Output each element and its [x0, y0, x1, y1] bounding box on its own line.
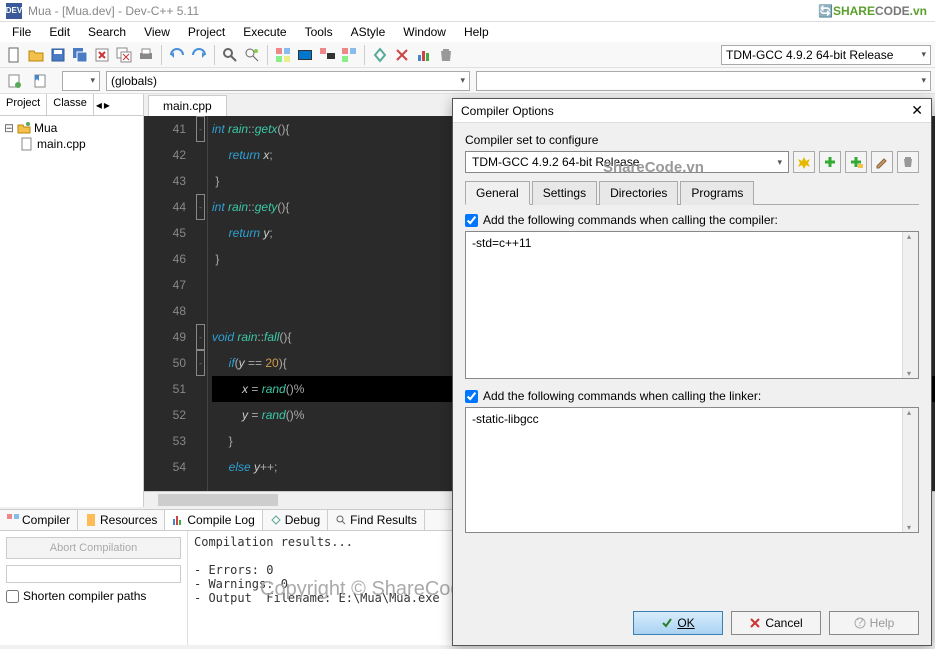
new-source-icon[interactable]: [4, 71, 24, 91]
bottom-panel: Abort Compilation Shorten compiler paths…: [0, 531, 460, 645]
save-all-icon[interactable]: [70, 45, 90, 65]
line-gutter: 4142434445464748495051525354: [144, 116, 194, 491]
close-icon[interactable]: [92, 45, 112, 65]
main-toolbar: TDM-GCC 4.9.2 64-bit Release▾: [0, 42, 935, 68]
secondary-toolbar: ▾ (globals)▾ ▾: [0, 68, 935, 94]
save-icon[interactable]: [48, 45, 68, 65]
print-icon[interactable]: [136, 45, 156, 65]
menu-bar: File Edit Search View Project Execute To…: [0, 22, 935, 42]
compiler-commands-input[interactable]: -std=c++11: [465, 231, 919, 379]
app-icon: DEV: [6, 3, 22, 19]
cancel-button[interactable]: Cancel: [731, 611, 821, 635]
find-icon[interactable]: [220, 45, 240, 65]
compile-log-output[interactable]: Compilation results... - Errors: 0 - War…: [188, 531, 460, 645]
menu-file[interactable]: File: [4, 23, 39, 41]
dlg-tab-general[interactable]: General: [465, 181, 530, 205]
abort-compilation-button: Abort Compilation: [6, 537, 181, 559]
stop-debug-icon[interactable]: [392, 45, 412, 65]
tree-project-node[interactable]: ⊟ Mua: [4, 120, 139, 136]
project-sidebar: Project Classe ◂▸ ⊟ Mua main.cpp: [0, 94, 144, 507]
scroll-right-icon[interactable]: ▸: [104, 98, 110, 112]
svg-text:?: ?: [856, 617, 863, 629]
menu-view[interactable]: View: [136, 23, 178, 41]
shorten-paths-checkbox[interactable]: [6, 590, 19, 603]
find-compilers-icon[interactable]: [793, 151, 815, 173]
open-icon[interactable]: [26, 45, 46, 65]
btab-resources[interactable]: Resources: [78, 510, 165, 530]
insert-combo[interactable]: ▾: [62, 71, 100, 91]
rebuild-icon[interactable]: [339, 45, 359, 65]
compiler-set-label: Compiler set to configure: [465, 133, 919, 147]
run-icon[interactable]: [295, 45, 315, 65]
menu-project[interactable]: Project: [180, 23, 233, 41]
btab-compile-log[interactable]: Compile Log: [165, 510, 262, 530]
bookmark-icon[interactable]: [30, 71, 50, 91]
btab-find-results[interactable]: Find Results: [328, 510, 425, 530]
btab-compiler[interactable]: Compiler: [0, 510, 78, 530]
help-button[interactable]: ?Help: [829, 611, 919, 635]
scrollbar[interactable]: [902, 408, 918, 532]
window-title: Mua - [Mua.dev] - Dev-C++ 5.11: [28, 4, 199, 18]
bottom-tabs: Compiler Resources Compile Log Debug Fin…: [0, 509, 460, 531]
scroll-left-icon[interactable]: ◂: [96, 98, 102, 112]
menu-search[interactable]: Search: [80, 23, 134, 41]
chevron-down-icon: ▾: [921, 49, 926, 60]
add-linker-cmds-checkbox[interactable]: [465, 390, 478, 403]
dlg-tab-settings[interactable]: Settings: [532, 181, 597, 205]
fold-column[interactable]: ----: [194, 116, 208, 491]
menu-execute[interactable]: Execute: [235, 23, 294, 41]
add-folder-compiler-icon[interactable]: [845, 151, 867, 173]
menu-window[interactable]: Window: [395, 23, 454, 41]
trash-icon[interactable]: [436, 45, 456, 65]
compiler-selector[interactable]: TDM-GCC 4.9.2 64-bit Release▾: [721, 45, 931, 65]
dialog-titlebar[interactable]: Compiler Options ✕: [453, 99, 931, 123]
ok-button[interactable]: OK: [633, 611, 723, 635]
scrollbar[interactable]: [902, 232, 918, 378]
brand-logo: 🔄SHARECODE.vn: [818, 2, 927, 20]
delete-compiler-icon[interactable]: [897, 151, 919, 173]
menu-tools[interactable]: Tools: [297, 23, 341, 41]
replace-icon[interactable]: [242, 45, 262, 65]
menu-edit[interactable]: Edit: [41, 23, 78, 41]
redo-icon[interactable]: [189, 45, 209, 65]
profile-icon[interactable]: [414, 45, 434, 65]
btab-debug[interactable]: Debug: [263, 510, 328, 530]
menu-astyle[interactable]: AStyle: [343, 23, 394, 41]
tab-project[interactable]: Project: [0, 94, 47, 115]
compile-run-icon[interactable]: [317, 45, 337, 65]
close-all-icon[interactable]: [114, 45, 134, 65]
dlg-tab-directories[interactable]: Directories: [599, 181, 678, 205]
dlg-tab-programs[interactable]: Programs: [680, 181, 754, 205]
undo-icon[interactable]: [167, 45, 187, 65]
globals-combo[interactable]: (globals)▾: [106, 71, 470, 91]
close-icon[interactable]: ✕: [911, 102, 923, 119]
tree-file-node[interactable]: main.cpp: [20, 136, 139, 152]
debug-icon[interactable]: [370, 45, 390, 65]
linker-commands-input[interactable]: -static-libgcc: [465, 407, 919, 533]
new-file-icon[interactable]: [4, 45, 24, 65]
members-combo[interactable]: ▾: [476, 71, 931, 91]
add-compiler-cmds-checkbox[interactable]: [465, 214, 478, 227]
menu-help[interactable]: Help: [456, 23, 497, 41]
editor-tab-main[interactable]: main.cpp: [148, 95, 227, 116]
compiler-options-dialog: Compiler Options ✕ Compiler set to confi…: [452, 98, 932, 646]
tab-classes[interactable]: Classe: [47, 94, 94, 115]
compile-icon[interactable]: [273, 45, 293, 65]
rename-compiler-icon[interactable]: [871, 151, 893, 173]
compiler-set-combo[interactable]: TDM-GCC 4.9.2 64-bit Release▾: [465, 151, 789, 173]
title-bar: DEV Mua - [Mua.dev] - Dev-C++ 5.11: [0, 0, 935, 22]
dialog-title: Compiler Options: [461, 104, 554, 118]
add-compiler-icon[interactable]: [819, 151, 841, 173]
progress-bar: [6, 565, 181, 583]
